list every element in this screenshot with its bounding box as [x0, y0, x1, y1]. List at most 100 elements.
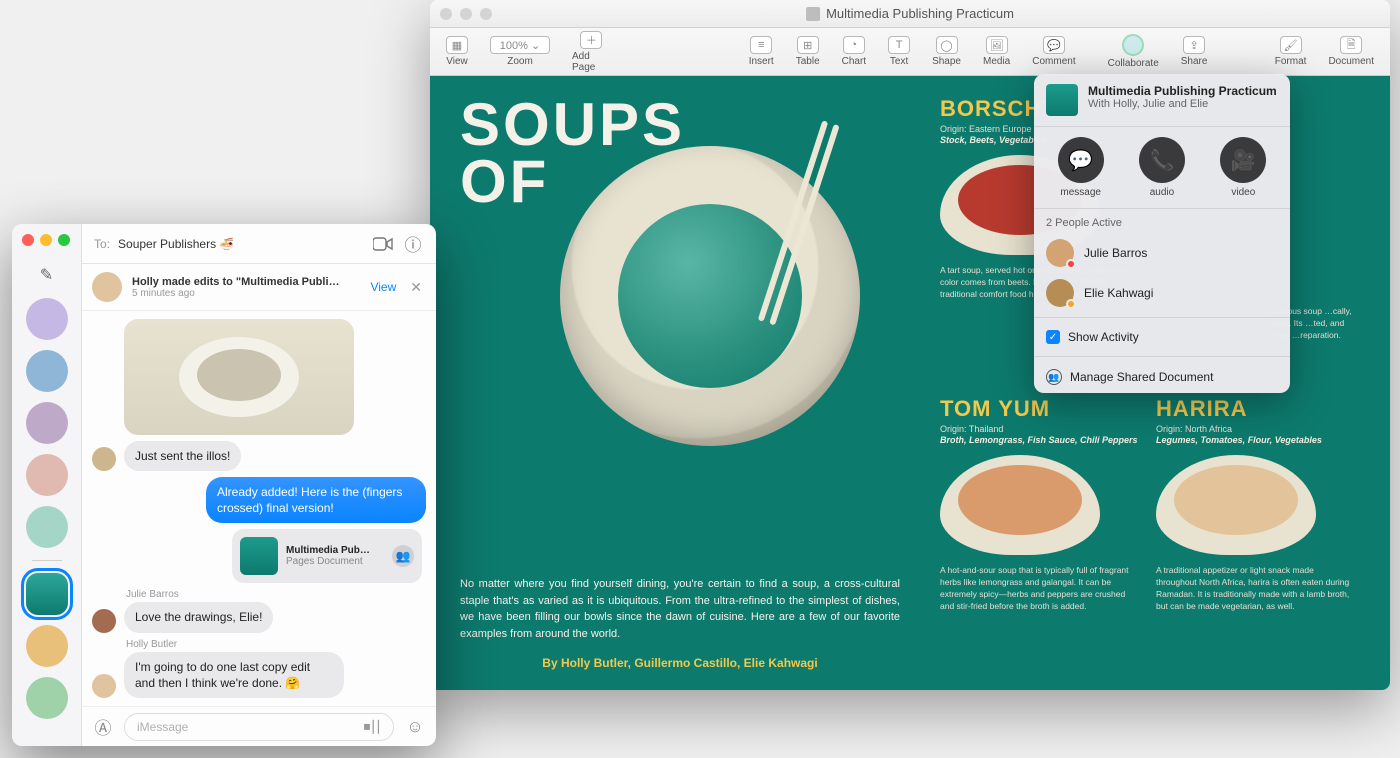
recipe-harira: HARIRA Origin: North Africa Legumes, Tom…	[1156, 396, 1356, 613]
collab-person[interactable]: Julie Barros	[1034, 233, 1290, 273]
messages-header: To: Souper Publishers 🍜 ⓘ	[82, 224, 436, 264]
document-body: No matter where you find yourself dining…	[460, 576, 900, 672]
tool-shape[interactable]: ◯Shape	[926, 36, 967, 67]
collab-person[interactable]: Elie Kahwagi	[1034, 273, 1290, 313]
video-icon: 🎥	[1220, 137, 1266, 183]
tool-table[interactable]: ⊞Table	[790, 36, 826, 67]
banner-view-button[interactable]: View	[370, 280, 396, 294]
zoom-button[interactable]	[480, 8, 492, 20]
collab-actions: 💬message 📞audio 🎥video	[1034, 127, 1290, 209]
collab-video-button[interactable]: 🎥video	[1220, 137, 1266, 198]
conversation-avatar-selected[interactable]	[26, 573, 68, 615]
pages-window: Multimedia Publishing Practicum ▦View 10…	[430, 0, 1390, 690]
checkbox-checked-icon[interactable]: ✓	[1046, 330, 1060, 344]
messages-window: ✎ To: Souper Publishers 🍜 ⓘ Holly made e…	[12, 224, 436, 746]
message-bubble[interactable]: Just sent the illos!	[124, 441, 241, 471]
tool-text[interactable]: TText	[882, 36, 916, 67]
document-icon	[806, 7, 820, 21]
minimize-button[interactable]	[460, 8, 472, 20]
conversation-avatar[interactable]	[26, 677, 68, 719]
attachment-kind: Pages Document	[286, 556, 384, 567]
window-title: Multimedia Publishing Practicum	[806, 6, 1014, 21]
messages-sidebar: ✎	[12, 224, 82, 746]
conversation-avatar[interactable]	[26, 298, 68, 340]
conversation-avatar[interactable]	[26, 625, 68, 667]
phone-icon: 📞	[1139, 137, 1185, 183]
activity-banner: Holly made edits to "Multimedia Publish……	[82, 264, 436, 311]
conversation-avatar[interactable]	[26, 350, 68, 392]
pages-titlebar[interactable]: Multimedia Publishing Practicum	[430, 0, 1390, 28]
collab-active-label: 2 People Active	[1034, 209, 1290, 233]
tool-view[interactable]: ▦View	[440, 36, 474, 67]
collab-message-button[interactable]: 💬message	[1058, 137, 1104, 198]
message-bubble[interactable]: I'm going to do one last copy edit and t…	[124, 652, 344, 698]
input-placeholder: iMessage	[137, 720, 188, 734]
banner-time: 5 minutes ago	[132, 288, 360, 299]
emoji-button[interactable]: ☺	[402, 714, 428, 740]
hero-illustration	[560, 146, 860, 446]
window-title-text: Multimedia Publishing Practicum	[826, 6, 1014, 21]
collab-subtitle: With Holly, Julie and Elie	[1088, 98, 1277, 110]
collab-manage-document[interactable]: 👥 Manage Shared Document	[1034, 361, 1290, 393]
tool-media[interactable]: 🖼Media	[977, 36, 1016, 67]
tool-format[interactable]: 🖌Format	[1269, 36, 1313, 67]
attachment-share-icon[interactable]: 👥	[392, 545, 414, 567]
tool-add-page[interactable]: ＋Add Page	[566, 31, 617, 73]
close-button[interactable]	[22, 234, 34, 246]
conversation-avatar[interactable]	[26, 402, 68, 444]
conversation-avatar[interactable]	[26, 454, 68, 496]
collab-audio-button[interactable]: 📞audio	[1139, 137, 1185, 198]
tool-document[interactable]: 🗎Document	[1322, 36, 1380, 67]
messages-main: To: Souper Publishers 🍜 ⓘ Holly made edi…	[82, 224, 436, 746]
zoom-button[interactable]	[58, 234, 70, 246]
avatar	[92, 447, 116, 471]
message-bubble[interactable]: Love the drawings, Elie!	[124, 602, 273, 632]
tool-insert[interactable]: ≡Insert	[743, 36, 780, 67]
info-button[interactable]: ⓘ	[402, 233, 424, 255]
tool-chart[interactable]: ◔Chart	[836, 36, 872, 67]
conversation-avatar[interactable]	[26, 506, 68, 548]
close-button[interactable]	[440, 8, 452, 20]
globe-icon	[618, 204, 802, 388]
document-byline: By Holly Butler, Guillermo Castillo, Eli…	[460, 654, 900, 672]
attachment-thumbnail	[240, 537, 278, 575]
avatar	[92, 272, 122, 302]
apps-button[interactable]: Ⓐ	[90, 714, 116, 740]
facetime-button[interactable]	[372, 233, 394, 255]
traffic-lights	[22, 232, 70, 252]
recipe-tomyum: TOM YUM Origin: Thailand Broth, Lemongra…	[940, 396, 1140, 613]
to-label: To:	[94, 237, 110, 251]
avatar	[92, 674, 116, 698]
message-bubble-outgoing[interactable]: Already added! Here is the (fingers cros…	[206, 477, 426, 523]
traffic-lights	[440, 8, 492, 20]
bowl-illustration-icon	[179, 337, 299, 417]
tool-share[interactable]: ⇪Share	[1175, 36, 1214, 67]
minimize-button[interactable]	[40, 234, 52, 246]
tool-collaborate[interactable]: Collaborate	[1102, 34, 1165, 69]
collaboration-popover: Multimedia Publishing Practicum With Hol…	[1034, 74, 1290, 393]
presence-indicator	[1066, 299, 1076, 309]
banner-text: Holly made edits to "Multimedia Publish……	[132, 276, 342, 288]
people-icon: 👥	[1046, 369, 1062, 385]
pages-toolbar: ▦View 100% ⌄Zoom ＋Add Page ≡Insert ⊞Tabl…	[430, 28, 1390, 76]
collab-title: Multimedia Publishing Practicum	[1088, 84, 1277, 98]
message-input-row: Ⓐ iMessage ⏹⎮⎮ ☺	[82, 706, 436, 746]
bowl-harira-icon	[1156, 455, 1316, 555]
message-input[interactable]: iMessage ⏹⎮⎮	[124, 713, 394, 741]
compose-button[interactable]: ✎	[34, 262, 60, 288]
document-attachment[interactable]: Multimedia Pub… Pages Document 👥	[232, 529, 422, 583]
collab-show-activity[interactable]: ✓ Show Activity	[1034, 322, 1290, 352]
banner-close-button[interactable]: ✕	[406, 279, 426, 296]
avatar	[92, 609, 116, 633]
collab-doc-thumbnail	[1046, 84, 1078, 116]
image-attachment[interactable]	[124, 319, 354, 435]
audio-record-icon[interactable]: ⏹⎮⎮	[364, 718, 381, 735]
sender-label: Holly Butler	[126, 639, 426, 650]
message-list[interactable]: Just sent the illos! Already added! Here…	[82, 311, 436, 706]
collaborate-avatar-icon	[1122, 34, 1144, 56]
message-icon: 💬	[1058, 137, 1104, 183]
conversation-name: Souper Publishers 🍜	[118, 237, 234, 251]
tool-zoom[interactable]: 100% ⌄Zoom	[484, 36, 556, 67]
presence-indicator	[1066, 259, 1076, 269]
tool-comment[interactable]: 💬Comment	[1026, 36, 1081, 67]
